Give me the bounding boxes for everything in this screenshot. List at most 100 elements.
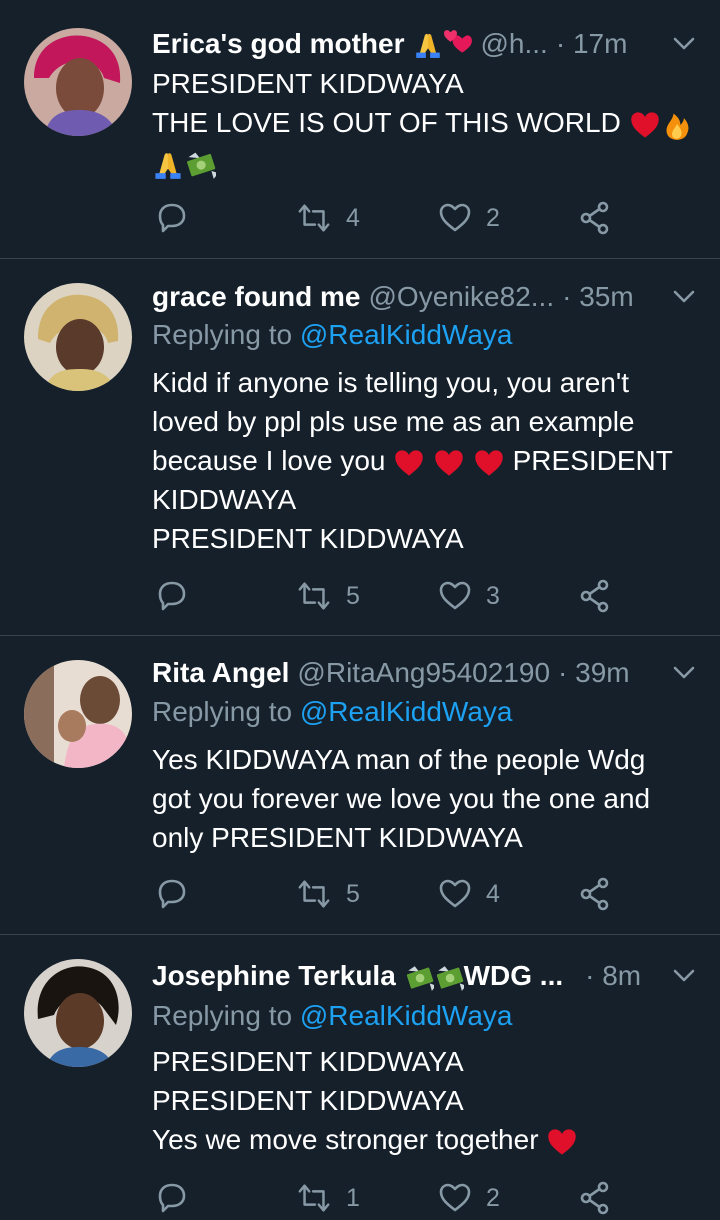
- share-icon: [580, 1181, 609, 1215]
- tweet-line: KIDDWAYA: [152, 484, 297, 515]
- red-heart-emoji: [630, 112, 659, 138]
- tweet-line: loved by ppl pls use me as an example: [152, 406, 635, 437]
- timestamp[interactable]: · 39m: [558, 657, 630, 689]
- tweet-2[interactable]: grace found me @Oyenike82... · 35m Reply…: [0, 259, 720, 636]
- tweet-1[interactable]: Erica's god mother @h... · 17m PRESIDENT…: [0, 0, 720, 259]
- like-button[interactable]: 2: [438, 196, 500, 240]
- reply-button[interactable]: [155, 574, 189, 618]
- reply-button[interactable]: [155, 872, 189, 916]
- avatar[interactable]: [24, 28, 132, 136]
- tweet-line: PRESIDENT KIDDWAYA: [152, 68, 464, 99]
- retweet-icon: [298, 204, 330, 232]
- username[interactable]: @h...: [481, 28, 548, 60]
- display-name[interactable]: Josephine Terkula WDG ...: [152, 960, 563, 993]
- folded-hands-emoji: [155, 152, 181, 179]
- red-heart-emoji: [548, 1129, 577, 1155]
- tweet-actions: 5 3: [0, 574, 720, 618]
- retweet-icon: [298, 582, 330, 610]
- chevron-down-icon[interactable]: [670, 962, 698, 990]
- like-icon: [439, 581, 471, 610]
- timestamp[interactable]: · 35m: [562, 281, 634, 313]
- tweet-line: Yes KIDDWAYA man of the people Wdg: [152, 744, 646, 775]
- like-count: 3: [486, 581, 500, 610]
- retweet-button[interactable]: 1: [296, 1176, 360, 1220]
- reply-icon: [158, 203, 186, 233]
- reply-button[interactable]: [155, 196, 189, 240]
- like-button[interactable]: 2: [438, 1176, 500, 1220]
- display-name[interactable]: grace found me: [152, 281, 360, 313]
- share-icon: [580, 877, 609, 911]
- reply-icon: [158, 879, 186, 909]
- retweet-button[interactable]: 5: [296, 574, 360, 618]
- replying-to: Replying to @RealKiddWaya: [152, 696, 513, 727]
- money-with-wings-emoji: [186, 152, 216, 179]
- replying-to: Replying to @RealKiddWaya: [152, 1000, 513, 1031]
- tweet-header: Rita Angel @RitaAng95402190 · 39m: [152, 653, 698, 693]
- red-heart-emoji: [435, 450, 463, 476]
- reply-icon: [158, 581, 186, 611]
- display-name[interactable]: Erica's god mother: [152, 28, 405, 60]
- tweet-actions: 5 4: [0, 872, 720, 916]
- folded-hands-emoji: [415, 33, 440, 58]
- mention-link[interactable]: @RealKiddWaya: [300, 696, 513, 727]
- share-button[interactable]: [578, 1176, 612, 1220]
- tweet-text: Kidd if anyone is telling you, you aren'…: [152, 363, 702, 558]
- timestamp[interactable]: · 8m: [585, 960, 641, 992]
- avatar[interactable]: [24, 660, 132, 768]
- timestamp[interactable]: · 17m: [556, 28, 628, 60]
- share-button[interactable]: [578, 196, 612, 240]
- retweet-count: 5: [346, 879, 360, 908]
- like-icon: [439, 879, 471, 908]
- tweet-header: Josephine Terkula WDG ... · 8m: [152, 956, 698, 996]
- fire-emoji: [666, 113, 689, 140]
- chevron-down-icon[interactable]: [670, 30, 698, 58]
- chevron-down-icon[interactable]: [670, 283, 698, 311]
- display-name[interactable]: Rita Angel: [152, 657, 289, 689]
- like-count: 2: [486, 203, 500, 232]
- tweet-line: Yes we move stronger together: [152, 1120, 702, 1159]
- money-with-wings-emoji: [406, 966, 434, 992]
- like-button[interactable]: 4: [438, 872, 500, 916]
- red-heart-emoji: [475, 450, 503, 476]
- share-button[interactable]: [578, 872, 612, 916]
- like-count: 4: [486, 879, 500, 908]
- avatar[interactable]: [24, 959, 132, 1067]
- tweet-line: THE LOVE IS OUT OF THIS WORLD: [152, 103, 702, 142]
- retweet-count: 4: [346, 203, 360, 232]
- mention-link[interactable]: @RealKiddWaya: [300, 319, 513, 350]
- tweet-header: grace found me @Oyenike82... · 35m: [152, 277, 698, 317]
- tweet-actions: 1 2: [0, 1176, 720, 1220]
- retweet-icon: [298, 880, 330, 908]
- share-icon: [580, 579, 609, 613]
- share-icon: [580, 201, 609, 235]
- like-button[interactable]: 3: [438, 574, 500, 618]
- mention-link[interactable]: @RealKiddWaya: [300, 1000, 513, 1031]
- username[interactable]: @RitaAng95402190: [297, 657, 550, 689]
- tweet-text: PRESIDENT KIDDWAYA THE LOVE IS OUT OF TH…: [152, 64, 702, 181]
- money-with-wings-emoji: [436, 966, 464, 992]
- tweet-line: only PRESIDENT KIDDWAYA: [152, 822, 523, 853]
- retweet-button[interactable]: 5: [296, 872, 360, 916]
- replying-to: Replying to @RealKiddWaya: [152, 319, 513, 350]
- username[interactable]: @Oyenike82...: [368, 281, 554, 313]
- tweet-actions: 4 2: [0, 196, 720, 240]
- red-heart-emoji: [395, 450, 423, 476]
- tweet-header: Erica's god mother @h... · 17m: [152, 24, 698, 64]
- share-button[interactable]: [578, 574, 612, 618]
- retweet-button[interactable]: 4: [296, 196, 360, 240]
- tweet-line: [152, 142, 702, 181]
- tweet-line: PRESIDENT KIDDWAYA: [152, 1046, 464, 1077]
- tweet-line: got you forever we love you the one and: [152, 783, 651, 814]
- tweet-text: Yes KIDDWAYA man of the people Wdg got y…: [152, 740, 702, 857]
- tweet-3[interactable]: Rita Angel @RitaAng95402190 · 39m Replyi…: [0, 636, 720, 935]
- reply-button[interactable]: [155, 1176, 189, 1220]
- retweet-count: 5: [346, 581, 360, 610]
- chevron-down-icon[interactable]: [670, 659, 698, 687]
- tweet-line: PRESIDENT KIDDWAYA: [152, 1085, 464, 1116]
- like-count: 2: [486, 1183, 500, 1212]
- avatar[interactable]: [24, 283, 132, 391]
- two-hearts-emoji: [443, 30, 472, 53]
- tweet-4[interactable]: Josephine Terkula WDG ... · 8m Replying …: [0, 935, 720, 1219]
- retweet-icon: [298, 1184, 330, 1212]
- tweet-line: because I love you PRESIDENT: [152, 441, 702, 480]
